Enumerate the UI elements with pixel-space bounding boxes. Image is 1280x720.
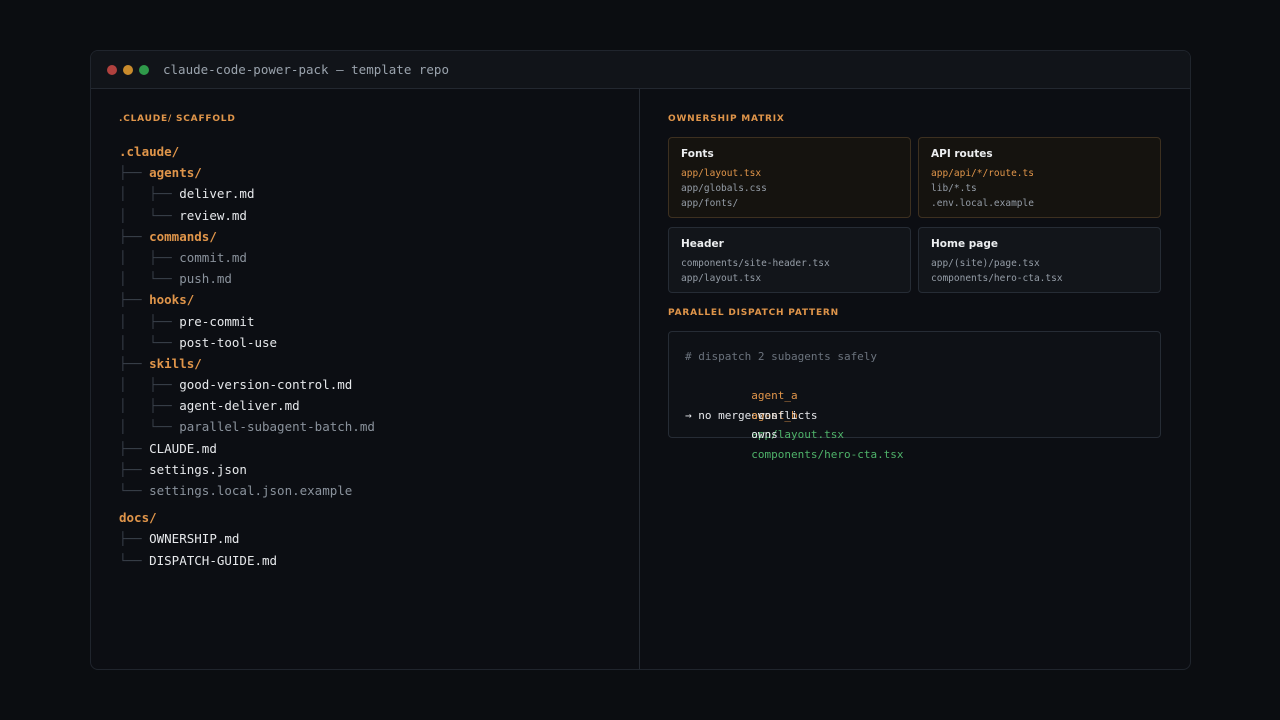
tree-file[interactable]: │ ├── good-version-control.md [119, 374, 375, 395]
tree-item-name: .claude/ [119, 144, 180, 159]
owned-file-path: app/layout.tsx [681, 168, 762, 179]
tree-file[interactable]: │ └── push.md [119, 268, 375, 289]
close-button[interactable] [107, 64, 117, 75]
tree-branch-guide: │ └── [119, 419, 180, 435]
tree-file[interactable]: │ ├── pre-commit [119, 311, 375, 332]
tree-file[interactable]: └── settings.local.json.example [119, 480, 375, 501]
tree-root-folder[interactable]: .claude/ [119, 141, 375, 162]
tree-item-name: hooks/ [149, 292, 195, 308]
maximize-button[interactable] [139, 64, 149, 75]
tree-branch-guide: │ ├── [119, 377, 180, 393]
ownership-pane: OWNERSHIP MATRIX Fonts app/layout.tsx app/… [640, 89, 1190, 669]
tree-file[interactable]: │ ├── agent-deliver.md [119, 395, 375, 416]
ownership-row: Header components/site-header.tsx app/layo… [668, 227, 1161, 293]
ownership-matrix: Fonts app/layout.tsx app/globals.css app/fo… [668, 137, 1161, 302]
tree-item-name: docs/ [119, 510, 157, 526]
tree-folder[interactable]: ├── hooks/ [119, 289, 375, 310]
ownership-card: Home page app/(site)/page.tsx components/h… [918, 227, 1161, 293]
tree-item-name: push.md [179, 271, 232, 287]
owned-file-path: app/(site)/page.tsx [931, 258, 1040, 269]
agent-name: agent_a [751, 389, 798, 402]
tree-branch-guide: │ └── [119, 334, 180, 350]
tree-root-folder[interactable]: docs/ [119, 507, 375, 528]
tree-file[interactable]: ├── CLAUDE.md [119, 438, 375, 459]
code-line-agent-a: agent_a owns app/layout.tsx [685, 367, 1144, 441]
tree-file[interactable]: │ ├── commit.md [119, 247, 375, 268]
tree-branch-guide: │ ├── [119, 186, 180, 202]
tree-item-name: settings.json [149, 461, 247, 477]
owned-file-path: app/globals.css [681, 183, 767, 194]
tree-item-name: commands/ [149, 228, 217, 244]
tree-item-name: agents/ [149, 165, 202, 181]
tree-branch-guide: │ ├── [119, 249, 180, 265]
owned-file-path: app/layout.tsx [681, 273, 762, 284]
ownership-card: Header components/site-header.tsx app/layo… [668, 227, 911, 293]
ownership-section-label: OWNERSHIP MATRIX [668, 114, 785, 124]
title-bar: claude-code-power-pack — template repo [91, 51, 1190, 89]
tree-item-name: agent-deliver.md [179, 398, 300, 414]
tree-item-name: settings.local.json.example [149, 483, 353, 498]
tree-file[interactable]: ├── settings.json [119, 459, 375, 480]
tree-file[interactable]: │ └── parallel-subagent-batch.md [119, 416, 375, 437]
dispatch-section-label: PARALLEL DISPATCH PATTERN [668, 308, 839, 318]
tree-file[interactable]: │ ├── deliver.md [119, 183, 375, 204]
tree-branch-guide: ├── [119, 228, 150, 244]
ownership-card: API routes app/api/*/route.ts lib/*.ts .env… [918, 137, 1161, 218]
tree-item-name: commit.md [179, 249, 247, 265]
owned-file-path: .env.local.example [931, 198, 1034, 209]
file-tree: .claude/├── agents/│ ├── deliver.md │ └──… [119, 141, 375, 571]
tree-item-name: CLAUDE.md [149, 440, 217, 456]
tree-branch-guide: │ ├── [119, 398, 180, 414]
owned-file-path: components/hero-cta.tsx [931, 273, 1063, 284]
window-title: claude-code-power-pack — template repo [163, 62, 449, 77]
tree-file[interactable]: │ └── post-tool-use [119, 332, 375, 353]
scaffold-section-label: .CLAUDE/ SCAFFOLD [119, 114, 236, 124]
tree-branch-guide: ├── [119, 461, 150, 477]
tree-item-name: DISPATCH-GUIDE.md [149, 552, 278, 568]
tree-branch-guide: │ └── [119, 207, 180, 223]
tree-item-name: OWNERSHIP.md [149, 531, 240, 547]
tree-branch-guide: ├── [119, 440, 150, 456]
ownership-card-title: API routes [931, 148, 993, 160]
ownership-card-title: Home page [931, 238, 998, 250]
tree-folder[interactable]: ├── commands/ [119, 226, 375, 247]
ownership-card: Fonts app/layout.tsx app/globals.css app/fo… [668, 137, 911, 218]
owns-keyword: owns [751, 428, 778, 441]
tree-folder[interactable]: ├── skills/ [119, 353, 375, 374]
tree-item-name: pre-commit [179, 313, 255, 329]
code-comment: # dispatch 2 subagents safely [685, 350, 878, 363]
tree-file[interactable]: └── DISPATCH-GUIDE.md [119, 550, 375, 571]
tree-item-name: skills/ [149, 355, 202, 371]
terminal-window: claude-code-power-pack — template repo .… [90, 50, 1191, 670]
tree-branch-guide: │ └── [119, 271, 180, 287]
code-result: → no merge conflicts [685, 408, 818, 422]
tree-item-name: parallel-subagent-batch.md [179, 419, 375, 435]
tree-branch-guide: ├── [119, 531, 150, 547]
tree-item-name: post-tool-use [179, 334, 278, 350]
tree-folder[interactable]: ├── agents/ [119, 162, 375, 183]
ownership-row: Fonts app/layout.tsx app/globals.css app/fo… [668, 137, 1161, 218]
ownership-card-title: Header [681, 238, 724, 250]
owned-file-path: app/api/*/route.ts [931, 168, 1034, 179]
tree-item-name: deliver.md [179, 186, 255, 202]
tree-branch-guide: ├── [119, 292, 150, 308]
tree-branch-guide: ├── [119, 165, 150, 181]
owned-file-path: app/fonts/ [681, 198, 739, 209]
dispatch-code-block: # dispatch 2 subagents safely agent_a ow… [668, 331, 1161, 461]
owned-file-path: components/site-header.tsx [681, 258, 830, 269]
scaffold-pane: .CLAUDE/ SCAFFOLD .claude/├── agents/│ ├… [91, 89, 640, 669]
tree-file[interactable]: ├── OWNERSHIP.md [119, 528, 375, 549]
ownership-card-title: Fonts [681, 148, 714, 160]
tree-branch-guide: │ ├── [119, 313, 180, 329]
owned-file-path: lib/*.ts [931, 183, 977, 194]
tree-branch-guide: ├── [119, 355, 150, 371]
tree-file[interactable]: │ └── review.md [119, 205, 375, 226]
tree-item-name: good-version-control.md [179, 377, 353, 393]
tree-item-name: review.md [179, 207, 247, 223]
owned-path: components/hero-cta.tsx [751, 447, 904, 461]
minimize-button[interactable] [123, 64, 133, 75]
tree-branch-guide: └── [119, 483, 150, 498]
tree-branch-guide: └── [119, 552, 150, 568]
